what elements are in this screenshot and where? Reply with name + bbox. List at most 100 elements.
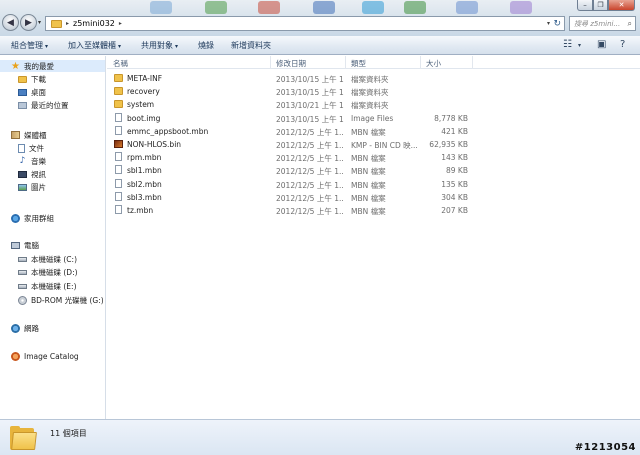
column-header-size[interactable]: 大小 [426,58,441,69]
chevron-down-icon: ▾ [175,43,179,50]
column-divider[interactable] [472,56,473,69]
file-icon [115,178,122,188]
nav-item-desktop[interactable]: 桌面 [0,86,46,98]
file-type: MBN 檔案 [351,127,386,137]
folder-icon [114,87,123,96]
search-icon[interactable]: ⌕ [628,19,632,29]
nav-homegroup[interactable]: 家用群組 [0,212,54,224]
breadcrumb-folder[interactable]: z5mini032 [73,19,115,28]
item-count: 11 個項目 [50,429,87,438]
file-row[interactable]: sbl2.mbn 2012/12/5 上午 1... MBN 檔案 135 KB [107,178,472,191]
forward-button[interactable]: ▶ [20,14,37,31]
file-name: tz.mbn [127,206,154,215]
file-name: NON-HLOS.bin [127,140,182,149]
burn-button[interactable]: 燒錄 [198,40,214,51]
file-type: 檔案資料夾 [351,75,389,84]
file-size: 207 KB [441,206,468,215]
share-with-menu[interactable]: 共用對象 ▾ [141,40,178,51]
file-date: 2012/12/5 上午 1... [276,154,344,164]
navigation-pane: ★ 我的最愛 下載 桌面 最近的位置 媒體櫃 文件 ♪ 音樂 視訊 圖片 家用群組 [0,56,106,419]
file-type: 檔案資料夾 [351,101,389,111]
column-divider[interactable] [420,56,421,69]
file-row[interactable]: recovery 2013/10/15 上午 1... 檔案資料夾 [107,85,472,98]
column-header-date[interactable]: 修改日期 [276,58,306,69]
breadcrumb-separator[interactable]: ▸ [66,20,69,27]
watermark-text: #1213054 [574,442,636,453]
file-row[interactable]: system 2013/10/21 上午 1... 檔案資料夾 [107,98,472,111]
organize-menu[interactable]: 組合管理 ▾ [11,40,48,51]
star-icon: ★ [11,60,20,72]
nav-item-music[interactable]: ♪ 音樂 [0,155,46,167]
column-divider[interactable] [270,56,271,69]
file-name: emmc_appsboot.mbn [127,126,209,136]
file-size: 89 KB [446,166,468,176]
file-name: sbl3.mbn [127,192,162,202]
file-type: MBN 檔案 [351,167,386,177]
maximize-button[interactable]: ❐ [593,0,608,11]
nav-item-bd-rom-g[interactable]: BD-ROM 光碟機 (G:) [0,294,104,306]
preview-pane-icon[interactable]: ▣ [597,39,606,50]
file-date: 2013/10/15 上午 1... [276,75,344,84]
nav-favorites[interactable]: ★ 我的最愛 [0,60,105,72]
column-header-type[interactable]: 類型 [351,58,366,69]
network-icon [11,323,20,333]
nav-label: 本機磁碟 (D:) [31,267,78,277]
file-date: 2012/12/5 上午 1... [276,167,344,177]
column-header-name[interactable]: 名稱 [113,58,128,69]
file-type: MBN 檔案 [351,207,386,216]
document-icon [18,143,25,153]
nav-item-videos[interactable]: 視訊 [0,168,46,180]
back-button[interactable]: ◀ [2,14,19,31]
help-icon[interactable]: ? [620,39,625,50]
address-bar[interactable]: ▸ z5mini032 ▸ ▾ ↻ [45,16,565,31]
file-row[interactable]: NON-HLOS.bin 2012/12/5 上午 1... KMP - BIN C… [107,138,472,151]
file-type: Image Files [351,113,394,123]
nav-label: BD-ROM 光碟機 (G:) [31,295,104,305]
file-row[interactable]: tz.mbn 2012/12/5 上午 1... MBN 檔案 207 KB [107,204,472,217]
explorer-window: – ❐ ✕ ◀ ▶ ▾ ▸ z5mini032 ▸ ▾ ↻ 搜尋 z5mini.… [0,0,640,455]
nav-item-drive-e[interactable]: 本機磁碟 (E:) [0,280,77,292]
nav-item-drive-d[interactable]: 本機磁碟 (D:) [0,266,78,278]
share-with-label: 共用對象 [141,41,173,50]
file-row[interactable]: sbl3.mbn 2012/12/5 上午 1... MBN 檔案 304 KB [107,191,472,204]
nav-item-recent-places[interactable]: 最近的位置 [0,99,69,111]
search-box[interactable]: 搜尋 z5mini... ⌕ [569,16,636,31]
file-list: 名稱 修改日期 類型 大小 META-INF 2013/10/15 上午 1...… [107,56,640,419]
recent-pages-dropdown[interactable]: ▾ [38,19,41,26]
chevron-down-icon[interactable]: ▾ [578,42,581,49]
column-divider[interactable] [345,56,346,69]
nav-label: 最近的位置 [31,100,69,110]
nav-item-documents[interactable]: 文件 [0,142,44,154]
nav-item-drive-c[interactable]: 本機磁碟 (C:) [0,253,77,265]
hard-drive-icon [18,256,27,262]
file-row[interactable]: emmc_appsboot.mbn 2012/12/5 上午 1... MBN 檔案… [107,125,472,138]
file-row[interactable]: rpm.mbn 2012/12/5 上午 1... MBN 檔案 143 KB [107,151,472,164]
file-name: recovery [127,87,160,97]
file-row[interactable]: META-INF 2013/10/15 上午 1... 檔案資料夾 [107,72,472,85]
breadcrumb-separator[interactable]: ▸ [119,20,122,27]
nav-label: 圖片 [31,182,46,192]
nav-computer[interactable]: 電腦 [0,239,39,251]
nav-libraries[interactable]: 媒體櫃 [0,129,47,141]
address-dropdown-icon[interactable]: ▾ [547,20,550,27]
close-button[interactable]: ✕ [608,0,635,11]
file-row[interactable]: sbl1.mbn 2012/12/5 上午 1... MBN 檔案 89 KB [107,164,472,177]
nav-image-catalog[interactable]: Image Catalog [0,350,79,362]
nav-network[interactable]: 網路 [0,322,39,334]
music-note-icon: ♪ [19,155,26,166]
minimize-button[interactable]: – [577,0,593,11]
nav-item-downloads[interactable]: 下載 [0,73,46,85]
search-input[interactable]: 搜尋 z5mini... [574,19,620,29]
new-folder-button[interactable]: 新增資料夾 [231,40,271,51]
nav-item-pictures[interactable]: 圖片 [0,181,46,193]
file-icon [115,125,122,135]
view-options-icon[interactable]: ☷ [563,39,572,50]
hard-drive-icon [18,269,27,275]
file-date: 2012/12/5 上午 1... [276,180,344,190]
refresh-icon[interactable]: ↻ [553,19,561,29]
file-row[interactable]: boot.img 2013/10/15 上午 1... Image Files 8,7… [107,112,472,125]
command-bar: 組合管理 ▾ 加入至媒體櫃 ▾ 共用對象 ▾ 燒錄 新增資料夾 ☷ ▾ ▣ ? [0,36,640,55]
file-date: 2012/12/5 上午 1... [276,141,344,150]
include-in-library-menu[interactable]: 加入至媒體櫃 ▾ [68,40,121,51]
arrow-right-icon: ▶ [25,17,32,28]
